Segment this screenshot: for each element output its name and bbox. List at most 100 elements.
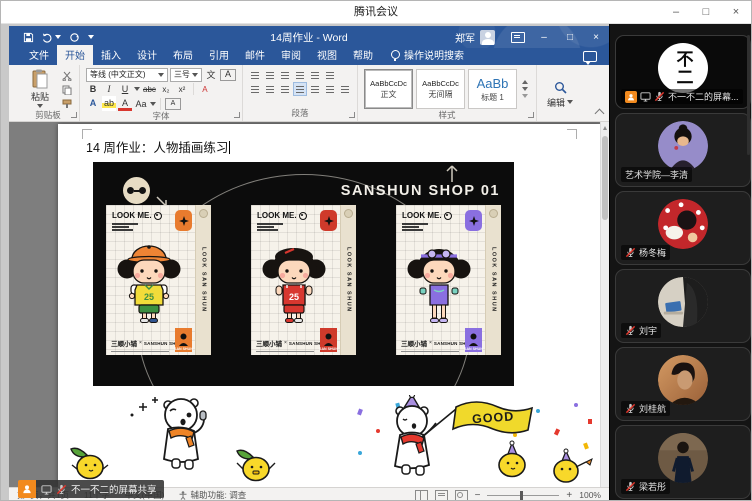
card-side-strip: LOOK SAN SHUN xyxy=(485,205,501,355)
line-spacing-icon[interactable] xyxy=(309,83,321,95)
participant-tile[interactable]: 刘宇 xyxy=(615,269,751,343)
poster-image[interactable]: SANSHUN SHOP 01 LOOK ME. xyxy=(93,162,514,386)
save-icon[interactable] xyxy=(23,32,34,43)
increase-indent-icon[interactable] xyxy=(309,69,321,81)
party-lemon-character xyxy=(499,441,525,477)
decrease-indent-icon[interactable] xyxy=(294,69,306,81)
tab-design[interactable]: 设计 xyxy=(129,45,165,65)
enclose-characters-icon[interactable]: A xyxy=(165,98,181,110)
underline-button[interactable]: U xyxy=(118,83,132,95)
character-border-icon[interactable]: A xyxy=(220,69,236,81)
tab-view[interactable]: 视图 xyxy=(309,45,345,65)
participant-tile[interactable]: 梁若彤 xyxy=(615,425,751,499)
participant-tile-presenter[interactable]: 不二 不一不二的屏幕... xyxy=(615,35,751,109)
tab-mailings[interactable]: 邮件 xyxy=(237,45,273,65)
tab-insert[interactable]: 插入 xyxy=(93,45,129,65)
clear-formatting-icon[interactable]: A xyxy=(198,83,212,95)
word-close-button[interactable]: × xyxy=(583,26,609,48)
participant-tile[interactable]: 艺术学院—李清 xyxy=(615,113,751,187)
subscript-button[interactable]: x₂ xyxy=(159,83,173,95)
arrow-up-icon xyxy=(445,163,459,183)
zoom-slider[interactable] xyxy=(487,495,559,496)
panel-scrollbar[interactable] xyxy=(747,35,750,155)
read-mode-icon[interactable] xyxy=(415,490,428,501)
shading-icon[interactable] xyxy=(324,83,336,95)
accessibility-status[interactable]: 辅助功能: 调查 xyxy=(179,489,246,501)
tab-review[interactable]: 审阅 xyxy=(273,45,309,65)
bold-button[interactable]: B xyxy=(86,83,100,95)
tab-references[interactable]: 引用 xyxy=(201,45,237,65)
participant-tile[interactable]: 刘桂航 xyxy=(615,347,751,421)
align-right-icon[interactable] xyxy=(279,83,291,95)
justify-icon[interactable] xyxy=(294,83,306,95)
cut-icon[interactable] xyxy=(61,70,73,81)
zoom-out-button[interactable]: − xyxy=(475,490,481,501)
word-minimize-button[interactable]: – xyxy=(531,26,557,48)
tab-file[interactable]: 文件 xyxy=(21,45,57,65)
comments-icon[interactable] xyxy=(583,51,597,62)
styles-gallery-scroll[interactable] xyxy=(520,80,530,98)
vertical-scrollbar[interactable] xyxy=(600,122,609,487)
phonetic-guide-icon[interactable]: 文 xyxy=(204,69,218,81)
copy-icon[interactable] xyxy=(61,84,73,95)
strikethrough-button[interactable]: abc xyxy=(142,83,157,95)
style-no-spacing[interactable]: AaBbCcDc 无间隔 xyxy=(416,69,465,109)
align-center-icon[interactable] xyxy=(264,83,276,95)
minimize-button[interactable]: – xyxy=(661,1,691,23)
collapse-ribbon-icon[interactable] xyxy=(595,109,605,119)
style-heading1[interactable]: AaBb 标题 1 xyxy=(468,69,517,109)
screen-share-indicator[interactable]: 不一不二的屏幕共享 xyxy=(18,480,164,498)
dialog-launcher-icon[interactable] xyxy=(349,112,355,118)
paste-button[interactable]: 粘贴 xyxy=(23,68,57,109)
font-size-select[interactable]: 三号 xyxy=(170,68,202,82)
tab-layout[interactable]: 布局 xyxy=(165,45,201,65)
dialog-launcher-icon[interactable] xyxy=(71,112,77,118)
multilevel-list-icon[interactable] xyxy=(279,69,291,81)
numbering-icon[interactable] xyxy=(264,69,276,81)
account-avatar[interactable] xyxy=(480,30,495,45)
word-restore-button[interactable]: □ xyxy=(557,26,583,48)
repeat-icon[interactable] xyxy=(69,32,80,43)
mic-muted-icon xyxy=(625,247,636,258)
editing-button[interactable]: 编辑 xyxy=(543,68,577,121)
share-label: 不一不二的屏幕共享 xyxy=(71,482,157,496)
close-button[interactable]: × xyxy=(721,1,751,23)
tell-me-search[interactable]: 操作说明搜索 xyxy=(391,47,464,65)
tab-home[interactable]: 开始 xyxy=(57,45,93,65)
font-name-select[interactable]: 等线 (中文正文) xyxy=(86,68,168,82)
qat-customize-icon[interactable] xyxy=(88,35,94,39)
style-normal[interactable]: AaBbCcDc 正文 xyxy=(364,69,413,109)
bullets-icon[interactable] xyxy=(249,69,261,81)
tab-help[interactable]: 帮助 xyxy=(345,45,381,65)
change-case-icon[interactable]: Aa xyxy=(134,98,148,110)
undo-icon[interactable] xyxy=(42,32,61,43)
lemon-character xyxy=(237,450,275,480)
italic-button[interactable]: I xyxy=(102,83,116,95)
font-color-icon[interactable]: A xyxy=(118,96,132,111)
zoom-level[interactable]: 100% xyxy=(579,490,601,500)
scrollbar-thumb[interactable] xyxy=(602,136,608,220)
borders-icon[interactable] xyxy=(339,83,351,95)
account-name[interactable]: 郑军 xyxy=(455,30,475,45)
format-painter-icon[interactable] xyxy=(61,98,73,109)
sparkles xyxy=(131,397,159,417)
dialog-launcher-icon[interactable] xyxy=(234,112,240,118)
superscript-button[interactable]: x² xyxy=(175,83,189,95)
zoom-slider-thumb[interactable] xyxy=(520,491,523,500)
document-page[interactable]: 14 周作业：人物插画练习 SANSHUN SHOP 01 LOOK ME. xyxy=(58,124,601,487)
participant-tile[interactable]: 杨冬梅 xyxy=(615,191,751,265)
card-footer: 三顺小铺×SANSHUN SHOP xyxy=(111,338,183,348)
print-layout-icon[interactable] xyxy=(435,490,448,501)
margin-mark xyxy=(567,129,577,139)
dialog-launcher-icon[interactable] xyxy=(528,112,534,118)
scroll-up-icon[interactable] xyxy=(603,126,607,130)
align-left-icon[interactable] xyxy=(249,83,261,95)
highlight-color-icon[interactable]: ab xyxy=(102,96,116,111)
sort-icon[interactable] xyxy=(324,69,336,81)
maximize-button[interactable]: □ xyxy=(691,1,721,23)
participant-name: 不一不二的屏幕... xyxy=(668,90,739,103)
zoom-in-button[interactable]: + xyxy=(566,490,572,501)
ribbon-display-options-icon[interactable] xyxy=(505,26,531,48)
text-effects-icon[interactable]: A xyxy=(86,96,100,111)
web-layout-icon[interactable] xyxy=(455,490,468,501)
